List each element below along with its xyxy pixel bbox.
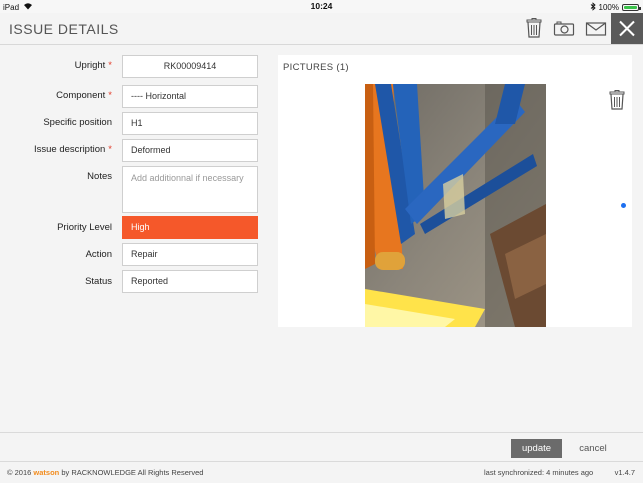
status-select[interactable]: Reported	[122, 270, 258, 293]
delete-issue-button[interactable]	[523, 18, 545, 38]
footer: © 2016 watson by RACKNOWLEDGE All Rights…	[0, 461, 643, 483]
delete-picture-button[interactable]	[608, 90, 626, 110]
upright-label: Upright *	[74, 60, 112, 71]
bluetooth-icon	[590, 2, 596, 13]
action-label: Action	[85, 249, 112, 260]
add-photo-button[interactable]	[553, 18, 575, 38]
issue-description-label: Issue description *	[34, 144, 112, 155]
battery-percent: 100%	[598, 3, 619, 12]
status-time: 10:24	[310, 1, 333, 11]
ios-status-bar: iPad 10:24 100%	[0, 0, 643, 13]
copyright-text: by RACKNOWLEDGE All Rights Reserved	[61, 468, 204, 477]
version-text: v1.4.7	[614, 468, 635, 477]
cancel-button[interactable]: cancel	[574, 439, 612, 458]
priority-level-select[interactable]: High	[122, 216, 258, 239]
specific-position-label: Specific position	[43, 117, 112, 128]
notes-textarea[interactable]: Add additionnal if necessary	[122, 166, 258, 213]
send-mail-button[interactable]	[585, 18, 607, 38]
copyright: © 2016 watson by RACKNOWLEDGE All Rights…	[7, 468, 203, 477]
close-icon	[619, 20, 635, 37]
update-button[interactable]: update	[511, 439, 562, 458]
trash-icon	[609, 90, 625, 110]
trash-icon	[526, 18, 542, 38]
page-title: ISSUE DETAILS	[9, 21, 119, 37]
specific-position-field[interactable]: H1	[122, 112, 258, 135]
issue-photo[interactable]	[365, 84, 546, 327]
copyright-year: © 2016	[7, 468, 32, 477]
issue-description-field[interactable]: Deformed	[122, 139, 258, 162]
brand-name: watson	[33, 468, 60, 477]
component-field[interactable]: ---- Horizontal	[122, 85, 258, 108]
battery-icon	[622, 4, 641, 11]
pictures-panel: PICTURES (1)	[278, 55, 632, 327]
camera-icon	[553, 21, 575, 36]
component-label: Component *	[56, 90, 112, 101]
rack-photo-image	[365, 84, 546, 327]
status-label: Status	[85, 276, 112, 287]
priority-level-label: Priority Level	[57, 222, 112, 233]
pictures-title: PICTURES (1)	[283, 62, 349, 73]
notes-label: Notes	[87, 171, 112, 182]
mail-icon	[585, 22, 607, 36]
upright-field[interactable]: RK00009414	[122, 55, 258, 78]
last-sync-text: last synchronized: 4 minutes ago	[484, 468, 594, 477]
action-bar: update cancel	[0, 432, 643, 462]
page-indicator-dot	[621, 203, 626, 208]
app-header: ISSUE DETAILS	[0, 13, 643, 45]
action-select[interactable]: Repair	[122, 243, 258, 266]
close-button[interactable]	[611, 13, 643, 44]
